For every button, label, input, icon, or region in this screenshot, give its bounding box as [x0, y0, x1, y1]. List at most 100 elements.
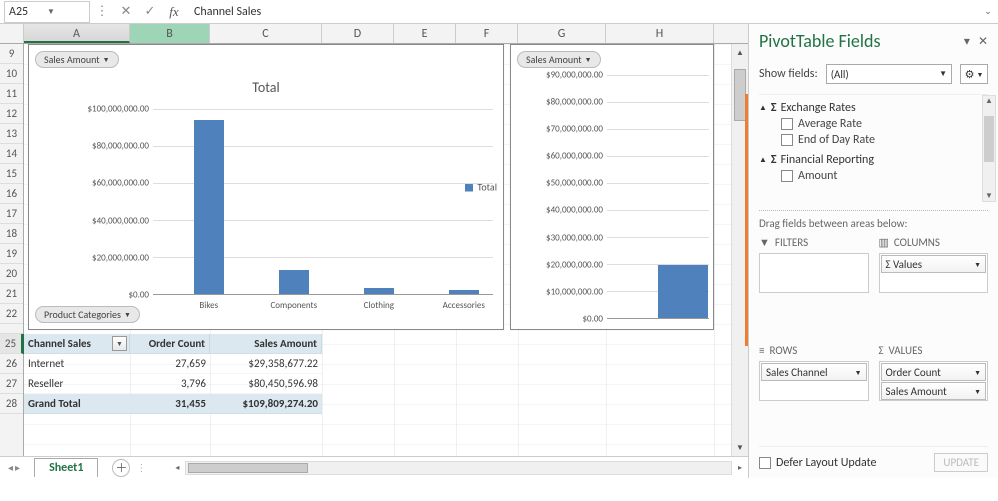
pivot-row-label[interactable]: Internet: [24, 354, 130, 374]
horizontal-scrollbar[interactable]: ◂ ▸: [169, 461, 748, 475]
pivot-total-cell[interactable]: 31,455: [130, 394, 210, 414]
row-header[interactable]: 22: [0, 304, 23, 324]
field-group-header[interactable]: ▲ Σ Financial Reporting: [759, 153, 988, 167]
scrollbar-thumb[interactable]: [984, 116, 994, 162]
fx-icon[interactable]: fx: [162, 4, 186, 20]
pivot-data-cell[interactable]: $80,450,596.98: [210, 374, 322, 394]
row-header[interactable]: 16: [0, 184, 23, 204]
row-header[interactable]: 26: [0, 354, 23, 374]
pivot-data-cell[interactable]: 27,659: [130, 354, 210, 374]
pivot-header-cell[interactable]: Channel Sales ▼: [24, 334, 130, 354]
field-item[interactable]: Amount: [781, 169, 988, 183]
new-sheet-button[interactable]: ＋: [112, 459, 130, 477]
chevron-down-icon[interactable]: ▼: [47, 7, 85, 17]
field-list-scrollbar[interactable]: ▲ ▼: [982, 95, 996, 202]
vertical-scrollbar[interactable]: ▲ ▼: [731, 44, 748, 456]
pivot-header-cell[interactable]: Order Count: [130, 334, 210, 354]
row-header[interactable]: 13: [0, 124, 23, 144]
pivot-chart-secondary[interactable]: Sales Amount ▼ $90,000,000.00 $80,000,00…: [510, 44, 714, 330]
row-header[interactable]: 28: [0, 394, 23, 414]
pivot-row-label[interactable]: Reseller: [24, 374, 130, 394]
checkbox-icon[interactable]: [781, 170, 793, 182]
sheet-tab[interactable]: Sheet1: [34, 458, 98, 477]
checkbox-icon[interactable]: [759, 457, 771, 469]
row-header[interactable]: 25: [0, 334, 23, 354]
pivot-total-label[interactable]: Grand Total: [24, 394, 130, 414]
area-field-item[interactable]: Sales Channel▼: [761, 363, 867, 381]
column-header[interactable]: B: [130, 24, 210, 43]
column-header[interactable]: F: [456, 24, 518, 43]
row-header[interactable]: 21: [0, 284, 23, 304]
values-area[interactable]: ΣVALUES Order Count▼ Sales Amount▼: [879, 344, 989, 442]
row-header[interactable]: 27: [0, 374, 23, 394]
column-header[interactable]: G: [518, 24, 606, 43]
row-header[interactable]: 18: [0, 224, 23, 244]
filters-area[interactable]: ▼FILTERS: [759, 236, 869, 334]
column-header[interactable]: H: [606, 24, 714, 43]
pivot-data-cell[interactable]: 3,796: [130, 374, 210, 394]
chart-bar[interactable]: [194, 120, 224, 294]
row-header[interactable]: 20: [0, 264, 23, 284]
field-list-settings-button[interactable]: ⚙▼: [960, 64, 988, 84]
scrollbar-thumb[interactable]: [188, 463, 308, 473]
column-header[interactable]: D: [322, 24, 394, 43]
nav-first-icon[interactable]: ◂: [8, 461, 13, 474]
chevron-down-icon[interactable]: ▼: [974, 368, 981, 377]
name-box[interactable]: A25 ▼: [4, 1, 90, 23]
expand-formula-bar-icon[interactable]: ⌄: [978, 6, 998, 17]
rows-area[interactable]: ≡ROWS Sales Channel▼: [759, 344, 869, 442]
pivot-data-cell[interactable]: $29,358,677.22: [210, 354, 322, 374]
column-header[interactable]: E: [394, 24, 456, 43]
scroll-down-icon[interactable]: ▼: [732, 439, 748, 456]
row-header[interactable]: 12: [0, 104, 23, 124]
close-pane-icon[interactable]: ✕: [978, 34, 988, 49]
row-header[interactable]: 15: [0, 164, 23, 184]
cell-grid[interactable]: Sales Amount ▼ Total Total $100,000,000.…: [24, 44, 731, 456]
row-header[interactable]: 10: [0, 64, 23, 84]
chart-dimension-filter[interactable]: Product Categories ▼: [35, 306, 140, 323]
chevron-down-icon[interactable]: ▼: [974, 387, 981, 396]
area-field-item[interactable]: Σ Values▼: [881, 255, 987, 273]
checkbox-icon[interactable]: [781, 134, 793, 146]
column-header[interactable]: A: [24, 24, 130, 43]
sheet-nav[interactable]: ◂ ▸: [0, 461, 28, 474]
row-header[interactable]: 19: [0, 244, 23, 264]
pivot-filter-dropdown-icon[interactable]: ▼: [112, 336, 127, 351]
select-all-corner[interactable]: [0, 24, 24, 43]
chart-measure-filter[interactable]: Sales Amount ▼: [517, 51, 601, 68]
column-header[interactable]: C: [210, 24, 322, 43]
pivot-total-cell[interactable]: $109,809,274.20: [210, 394, 322, 414]
chart-bar[interactable]: [658, 265, 708, 318]
formula-input[interactable]: Channel Sales: [186, 5, 978, 19]
field-item[interactable]: Average Rate: [781, 117, 988, 131]
scroll-right-icon[interactable]: ▸: [732, 463, 748, 473]
cancel-formula-icon[interactable]: ✕: [114, 4, 138, 19]
pivot-chart-total[interactable]: Sales Amount ▼ Total Total $100,000,000.…: [28, 44, 504, 330]
accept-formula-icon[interactable]: ✓: [138, 4, 162, 19]
area-field-item[interactable]: Order Count▼: [881, 363, 987, 381]
collapse-icon[interactable]: ▲: [759, 155, 767, 165]
checkbox-icon[interactable]: [781, 118, 793, 130]
pane-options-chevron-icon[interactable]: ▾: [964, 34, 970, 49]
tab-splitter-icon[interactable]: ⋮: [130, 461, 153, 474]
row-header[interactable]: 11: [0, 84, 23, 104]
field-list[interactable]: ▲ Σ Exchange Rates Average Rate End of D…: [759, 94, 988, 202]
chevron-down-icon[interactable]: ▼: [855, 368, 862, 377]
defer-layout-checkbox[interactable]: Defer Layout Update: [759, 456, 877, 470]
chart-measure-filter[interactable]: Sales Amount ▼: [35, 51, 119, 68]
chart-bar[interactable]: [279, 270, 309, 294]
pivot-header-cell[interactable]: Sales Amount: [210, 334, 322, 354]
row-header[interactable]: 9: [0, 44, 23, 64]
show-fields-dropdown[interactable]: (All) ▼: [826, 64, 952, 84]
nav-prev-icon[interactable]: ▸: [15, 461, 20, 474]
area-field-item[interactable]: Sales Amount▼: [881, 382, 987, 400]
scroll-left-icon[interactable]: ◂: [169, 463, 185, 473]
field-item[interactable]: End of Day Rate: [781, 133, 988, 147]
scroll-up-icon[interactable]: ▲: [732, 44, 748, 61]
update-button[interactable]: UPDATE: [934, 453, 988, 472]
field-group-header[interactable]: ▲ Σ Exchange Rates: [759, 101, 988, 115]
collapse-icon[interactable]: ▲: [759, 103, 767, 113]
chevron-down-icon[interactable]: ▼: [974, 260, 981, 269]
row-header[interactable]: 14: [0, 144, 23, 164]
row-header[interactable]: 17: [0, 204, 23, 224]
